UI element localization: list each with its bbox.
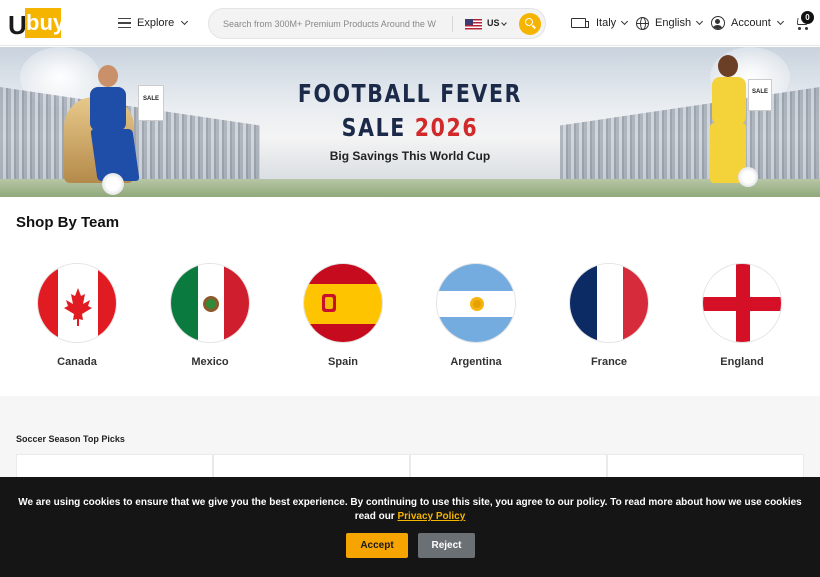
- privacy-policy-link[interactable]: Privacy Policy: [397, 511, 465, 522]
- chevron-down-icon: [696, 17, 704, 26]
- truck-icon: [571, 18, 589, 28]
- team-card-england[interactable]: England: [702, 263, 782, 368]
- team-card-spain[interactable]: Spain: [303, 263, 383, 368]
- football-icon: [738, 167, 758, 187]
- search-divider: [452, 16, 453, 32]
- account-label: Account: [731, 17, 771, 29]
- section-title: Shop By Team: [16, 214, 120, 231]
- team-name: Mexico: [191, 356, 229, 368]
- ship-to-label: Italy: [596, 17, 617, 29]
- account-menu[interactable]: Account: [711, 0, 784, 46]
- language-selector[interactable]: English: [636, 0, 704, 46]
- ship-to-selector[interactable]: Italy: [571, 0, 629, 46]
- search-input[interactable]: [223, 15, 448, 33]
- player-head: [718, 55, 738, 77]
- explore-label: Explore: [137, 17, 175, 29]
- team-name: Argentina: [450, 356, 502, 368]
- logo-letter: U: [8, 10, 27, 40]
- banner-tagline: Big Savings This World Cup: [329, 149, 491, 163]
- site-header: U buy Explore US Italy English Account 0: [0, 0, 820, 46]
- search-bar: US: [208, 8, 546, 39]
- team-card-france[interactable]: France: [569, 263, 649, 368]
- chevron-down-icon: [621, 17, 629, 26]
- reject-cookies-button[interactable]: Reject: [418, 533, 475, 558]
- chevron-down-icon: [181, 17, 189, 26]
- cart-wheel: [805, 27, 808, 30]
- user-icon: [711, 16, 725, 30]
- cart-count-badge: 0: [801, 11, 814, 24]
- globe-icon: [636, 16, 649, 30]
- team-name: France: [590, 356, 628, 368]
- team-name: England: [720, 356, 764, 368]
- language-label: English: [655, 17, 692, 29]
- team-name: Spain: [328, 356, 358, 368]
- england-flag-icon: [702, 263, 782, 343]
- team-card-argentina[interactable]: Argentina: [436, 263, 516, 368]
- banner-year: 2026: [414, 113, 479, 142]
- section-title: Soccer Season Top Picks: [16, 434, 125, 444]
- cookie-message: We are using cookies to ensure that we g…: [16, 496, 804, 524]
- logo-text: buy: [26, 10, 66, 35]
- team-card-canada[interactable]: Canada: [37, 263, 117, 368]
- banner-headline: FOOTBALL FEVER: [297, 79, 523, 108]
- banner-subheadline: SALE 2026: [74, 113, 746, 142]
- france-flag-icon: [569, 263, 649, 343]
- football-icon: [102, 173, 124, 195]
- promo-banner[interactable]: SALE SALE FOOTBALL FEVER SALE 2026 Big S…: [0, 47, 820, 197]
- shopping-bag-icon: SALE: [748, 79, 772, 111]
- banner-sale-word: SALE: [341, 113, 406, 142]
- menu-icon: [118, 18, 131, 28]
- cookie-consent-banner: We are using cookies to ensure that we g…: [0, 477, 820, 577]
- argentina-flag-icon: [436, 263, 516, 343]
- shop-by-team-section: [0, 197, 820, 396]
- team-name: Canada: [57, 356, 97, 368]
- chevron-down-icon: [501, 20, 507, 26]
- explore-menu[interactable]: Explore: [118, 0, 189, 46]
- canada-flag-icon: [37, 263, 117, 343]
- team-card-mexico[interactable]: Mexico: [170, 263, 250, 368]
- accept-cookies-button[interactable]: Accept: [346, 533, 408, 558]
- cart-wheel: [798, 27, 801, 30]
- bag-text: SALE: [751, 89, 768, 95]
- us-flag-icon[interactable]: [465, 19, 482, 30]
- ubuy-logo[interactable]: U buy: [8, 8, 65, 40]
- mexico-flag-icon: [170, 263, 250, 343]
- search-button[interactable]: [519, 13, 541, 35]
- spain-flag-icon: [303, 263, 383, 343]
- logo-box: buy: [25, 8, 65, 38]
- chevron-down-icon: [776, 17, 784, 26]
- country-code[interactable]: US: [487, 18, 500, 28]
